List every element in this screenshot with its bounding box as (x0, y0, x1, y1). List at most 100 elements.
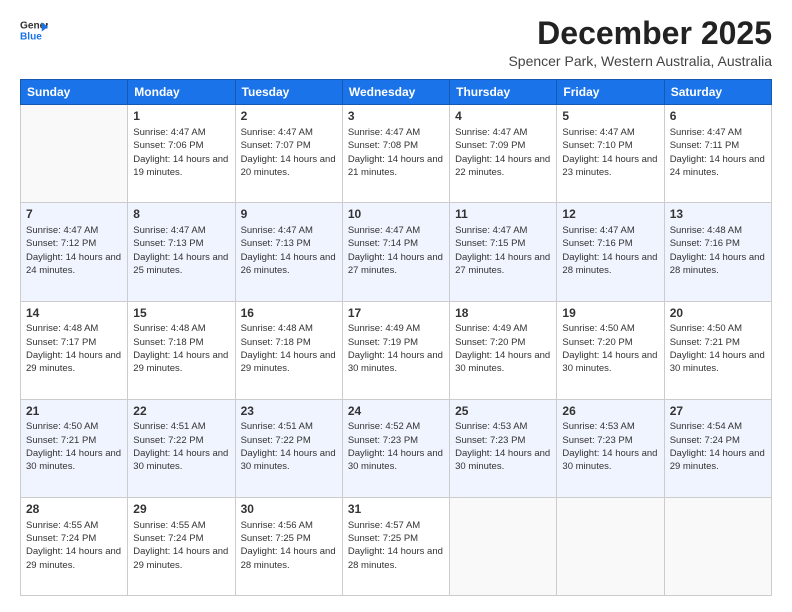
calendar-day: 17 Sunrise: 4:49 AM Sunset: 7:19 PM Dayl… (342, 301, 449, 399)
header: General Blue December 2025 Spencer Park,… (20, 16, 772, 69)
sunset-text: Sunset: 7:22 PM (241, 435, 311, 446)
sunset-text: Sunset: 7:21 PM (26, 435, 96, 446)
calendar-day: 7 Sunrise: 4:47 AM Sunset: 7:12 PM Dayli… (21, 203, 128, 301)
day-number: 17 (348, 305, 444, 322)
sunset-text: Sunset: 7:20 PM (455, 337, 525, 348)
day-number: 8 (133, 206, 229, 223)
day-number: 14 (26, 305, 122, 322)
day-number: 10 (348, 206, 444, 223)
sunset-text: Sunset: 7:22 PM (133, 435, 203, 446)
day-number: 16 (241, 305, 337, 322)
sunset-text: Sunset: 7:25 PM (348, 533, 418, 544)
sunset-text: Sunset: 7:24 PM (670, 435, 740, 446)
calendar-day: 9 Sunrise: 4:47 AM Sunset: 7:13 PM Dayli… (235, 203, 342, 301)
sunset-text: Sunset: 7:25 PM (241, 533, 311, 544)
day-number: 21 (26, 403, 122, 420)
day-number: 24 (348, 403, 444, 420)
main-title: December 2025 (508, 16, 772, 51)
sunrise-text: Sunrise: 4:47 AM (26, 225, 98, 236)
day-number: 20 (670, 305, 766, 322)
daylight-text: Daylight: 14 hours and 23 minutes. (562, 154, 657, 178)
daylight-text: Daylight: 14 hours and 28 minutes. (241, 546, 336, 570)
sunrise-text: Sunrise: 4:47 AM (455, 127, 527, 138)
calendar-day: 20 Sunrise: 4:50 AM Sunset: 7:21 PM Dayl… (664, 301, 771, 399)
col-tuesday: Tuesday (235, 80, 342, 105)
daylight-text: Daylight: 14 hours and 30 minutes. (26, 448, 121, 472)
calendar-day: 25 Sunrise: 4:53 AM Sunset: 7:23 PM Dayl… (450, 399, 557, 497)
calendar-week-1: 1 Sunrise: 4:47 AM Sunset: 7:06 PM Dayli… (21, 105, 772, 203)
sunrise-text: Sunrise: 4:48 AM (26, 323, 98, 334)
calendar-day (21, 105, 128, 203)
day-number: 13 (670, 206, 766, 223)
svg-text:Blue: Blue (20, 31, 42, 42)
calendar-day: 8 Sunrise: 4:47 AM Sunset: 7:13 PM Dayli… (128, 203, 235, 301)
sunset-text: Sunset: 7:06 PM (133, 140, 203, 151)
sunset-text: Sunset: 7:19 PM (348, 337, 418, 348)
calendar-day: 11 Sunrise: 4:47 AM Sunset: 7:15 PM Dayl… (450, 203, 557, 301)
calendar-day (450, 497, 557, 595)
calendar-day: 14 Sunrise: 4:48 AM Sunset: 7:17 PM Dayl… (21, 301, 128, 399)
daylight-text: Daylight: 14 hours and 30 minutes. (455, 448, 550, 472)
calendar-day: 21 Sunrise: 4:50 AM Sunset: 7:21 PM Dayl… (21, 399, 128, 497)
sunrise-text: Sunrise: 4:47 AM (133, 127, 205, 138)
sunset-text: Sunset: 7:10 PM (562, 140, 632, 151)
calendar-day: 19 Sunrise: 4:50 AM Sunset: 7:20 PM Dayl… (557, 301, 664, 399)
col-thursday: Thursday (450, 80, 557, 105)
sunrise-text: Sunrise: 4:47 AM (348, 225, 420, 236)
calendar-day: 15 Sunrise: 4:48 AM Sunset: 7:18 PM Dayl… (128, 301, 235, 399)
day-number: 19 (562, 305, 658, 322)
sunset-text: Sunset: 7:13 PM (133, 238, 203, 249)
sunrise-text: Sunrise: 4:47 AM (670, 127, 742, 138)
calendar-table: Sunday Monday Tuesday Wednesday Thursday… (20, 79, 772, 596)
sunset-text: Sunset: 7:21 PM (670, 337, 740, 348)
calendar-day: 12 Sunrise: 4:47 AM Sunset: 7:16 PM Dayl… (557, 203, 664, 301)
col-sunday: Sunday (21, 80, 128, 105)
calendar-day: 16 Sunrise: 4:48 AM Sunset: 7:18 PM Dayl… (235, 301, 342, 399)
daylight-text: Daylight: 14 hours and 21 minutes. (348, 154, 443, 178)
day-number: 9 (241, 206, 337, 223)
sunset-text: Sunset: 7:14 PM (348, 238, 418, 249)
day-number: 28 (26, 501, 122, 518)
daylight-text: Daylight: 14 hours and 28 minutes. (348, 546, 443, 570)
calendar-day: 2 Sunrise: 4:47 AM Sunset: 7:07 PM Dayli… (235, 105, 342, 203)
daylight-text: Daylight: 14 hours and 30 minutes. (455, 350, 550, 374)
calendar-day: 10 Sunrise: 4:47 AM Sunset: 7:14 PM Dayl… (342, 203, 449, 301)
calendar-day: 29 Sunrise: 4:55 AM Sunset: 7:24 PM Dayl… (128, 497, 235, 595)
day-number: 27 (670, 403, 766, 420)
sunset-text: Sunset: 7:24 PM (26, 533, 96, 544)
daylight-text: Daylight: 14 hours and 29 minutes. (133, 350, 228, 374)
sunset-text: Sunset: 7:17 PM (26, 337, 96, 348)
sunset-text: Sunset: 7:23 PM (562, 435, 632, 446)
col-saturday: Saturday (664, 80, 771, 105)
calendar-day: 22 Sunrise: 4:51 AM Sunset: 7:22 PM Dayl… (128, 399, 235, 497)
calendar-day: 3 Sunrise: 4:47 AM Sunset: 7:08 PM Dayli… (342, 105, 449, 203)
calendar-day: 1 Sunrise: 4:47 AM Sunset: 7:06 PM Dayli… (128, 105, 235, 203)
page: General Blue December 2025 Spencer Park,… (0, 0, 792, 612)
sunset-text: Sunset: 7:13 PM (241, 238, 311, 249)
calendar-week-3: 14 Sunrise: 4:48 AM Sunset: 7:17 PM Dayl… (21, 301, 772, 399)
sunrise-text: Sunrise: 4:50 AM (670, 323, 742, 334)
day-number: 22 (133, 403, 229, 420)
col-wednesday: Wednesday (342, 80, 449, 105)
calendar-day: 28 Sunrise: 4:55 AM Sunset: 7:24 PM Dayl… (21, 497, 128, 595)
sunrise-text: Sunrise: 4:47 AM (241, 225, 313, 236)
daylight-text: Daylight: 14 hours and 30 minutes. (562, 448, 657, 472)
daylight-text: Daylight: 14 hours and 29 minutes. (26, 546, 121, 570)
calendar-day (664, 497, 771, 595)
sunset-text: Sunset: 7:07 PM (241, 140, 311, 151)
sunset-text: Sunset: 7:08 PM (348, 140, 418, 151)
calendar-day: 27 Sunrise: 4:54 AM Sunset: 7:24 PM Dayl… (664, 399, 771, 497)
day-number: 25 (455, 403, 551, 420)
calendar-day: 6 Sunrise: 4:47 AM Sunset: 7:11 PM Dayli… (664, 105, 771, 203)
day-number: 15 (133, 305, 229, 322)
daylight-text: Daylight: 14 hours and 30 minutes. (241, 448, 336, 472)
sunrise-text: Sunrise: 4:47 AM (241, 127, 313, 138)
sunrise-text: Sunrise: 4:53 AM (562, 421, 634, 432)
daylight-text: Daylight: 14 hours and 25 minutes. (133, 252, 228, 276)
sunrise-text: Sunrise: 4:47 AM (562, 127, 634, 138)
logo-icon: General Blue (20, 16, 48, 44)
sunset-text: Sunset: 7:16 PM (670, 238, 740, 249)
daylight-text: Daylight: 14 hours and 29 minutes. (241, 350, 336, 374)
day-number: 4 (455, 108, 551, 125)
sunset-text: Sunset: 7:23 PM (455, 435, 525, 446)
